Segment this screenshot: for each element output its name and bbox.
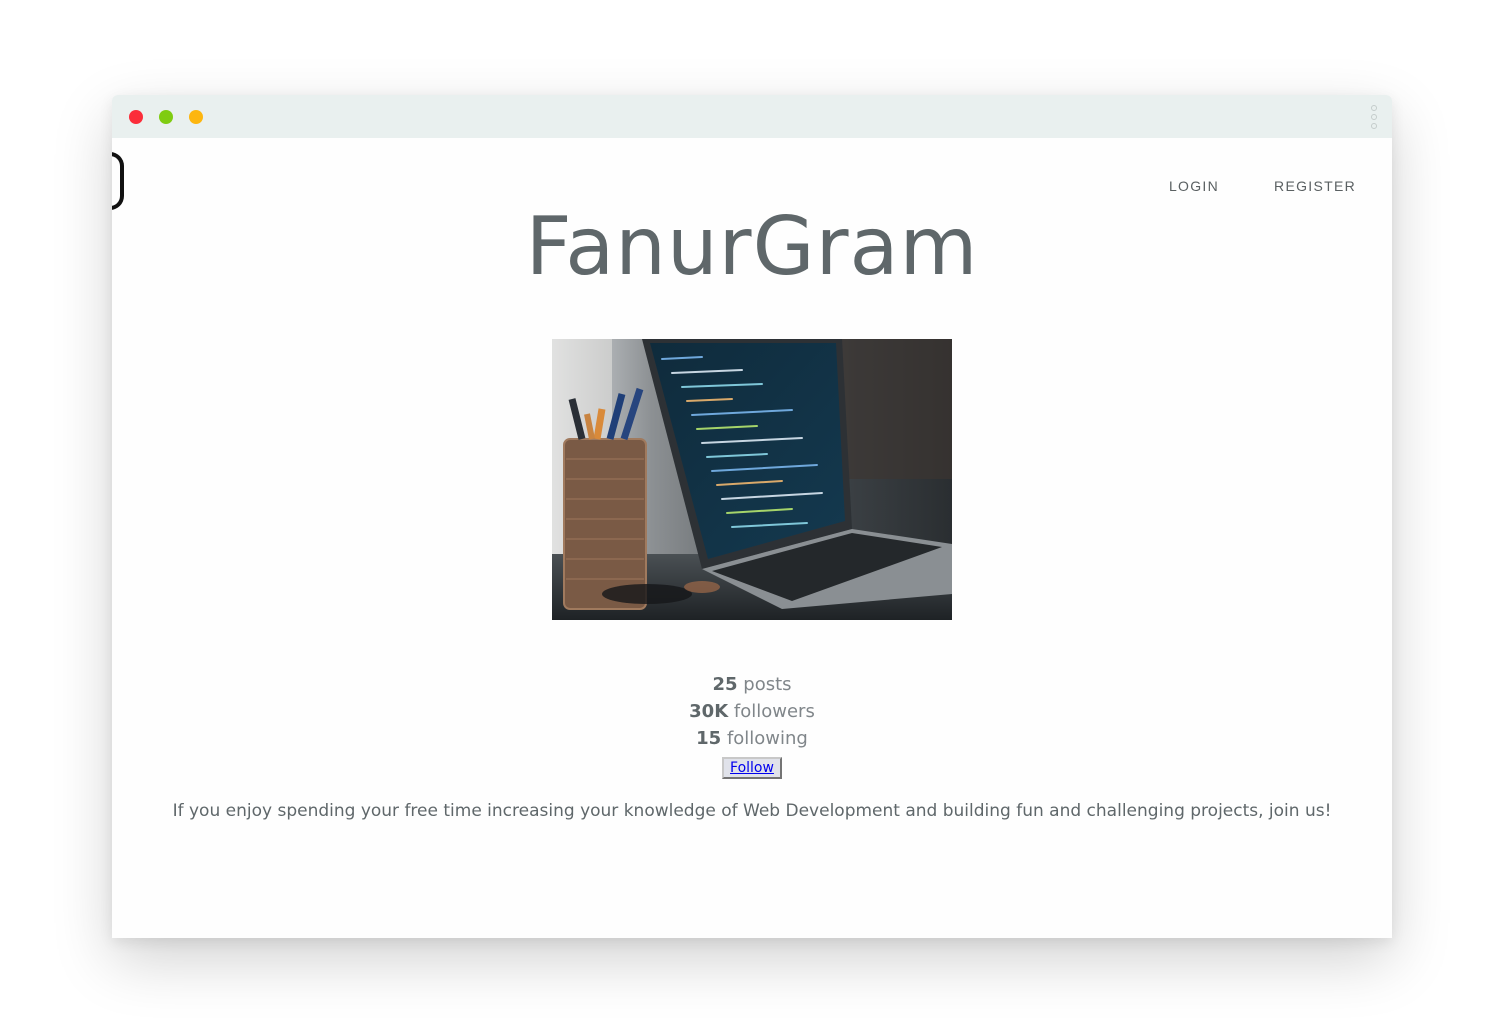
posts-stat: 25 posts [112,671,1392,698]
following-label: following [726,728,808,749]
register-link[interactable]: REGISTER [1274,178,1356,194]
kebab-dot [1371,105,1377,111]
laptop-code-illustration [552,339,952,620]
posts-label: posts [743,674,792,695]
tagline-text: If you enjoy spending your free time inc… [172,801,1332,821]
following-count: 15 [696,728,722,749]
follow-container: Follow [112,757,1392,779]
followers-count: 30K [689,701,729,722]
followers-label: followers [733,701,815,722]
hero-image-laptop-code [552,339,952,620]
zoom-window-dot-icon[interactable] [189,110,203,124]
kebab-dot [1371,114,1377,120]
minimize-window-dot-icon[interactable] [159,110,173,124]
window-titlebar [112,95,1392,138]
posts-count: 25 [712,674,738,695]
top-nav: LOGIN REGISTER [1169,178,1356,194]
followers-stat: 30K followers [112,698,1392,725]
desktop-background: LOGIN REGISTER FanurGram 25 posts 30K fo… [0,0,1504,1018]
profile-stats: 25 posts 30K followers 15 following [112,671,1392,752]
browser-window: LOGIN REGISTER FanurGram 25 posts 30K fo… [112,95,1392,938]
follow-button[interactable]: Follow [722,757,782,779]
brand-title: FanurGram [525,200,979,293]
following-stat: 15 following [112,725,1392,752]
page-content: LOGIN REGISTER FanurGram 25 posts 30K fo… [112,138,1392,938]
kebab-menu-icon[interactable] [1370,105,1378,129]
close-window-dot-icon[interactable] [129,110,143,124]
kebab-dot [1371,123,1377,129]
login-link[interactable]: LOGIN [1169,178,1219,194]
